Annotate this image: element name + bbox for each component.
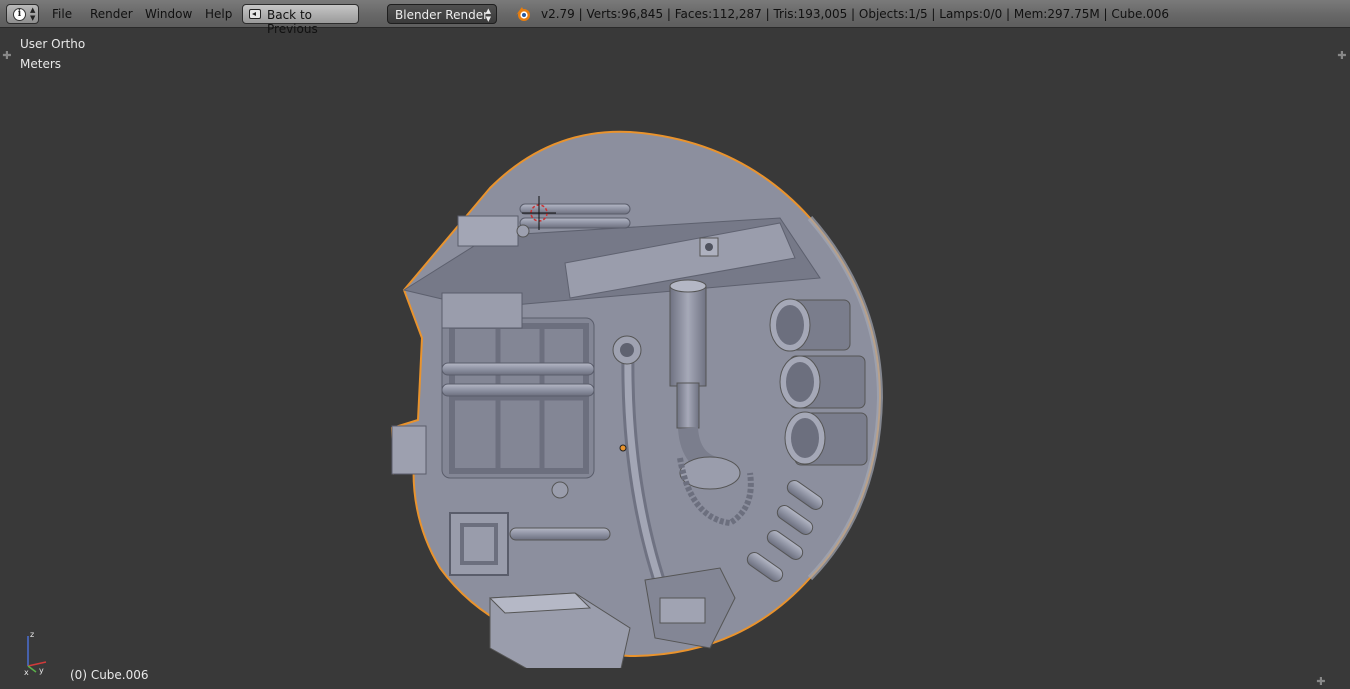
- render-engine-select[interactable]: Blender Render ▲ ▼: [387, 4, 497, 24]
- view-name-label: User Ortho: [20, 37, 86, 51]
- axis-y-label: y: [39, 666, 44, 675]
- toolshelf-expand-icon[interactable]: ✚: [1, 50, 13, 62]
- back-screen-icon: [249, 9, 261, 19]
- back-to-previous-button[interactable]: Back to Previous: [242, 4, 359, 36]
- info-icon: i: [13, 8, 26, 21]
- units-label: Meters: [20, 57, 62, 71]
- updown-arrows-icon: ▲ ▼: [485, 7, 491, 23]
- properties-expand-icon[interactable]: ✚: [1336, 50, 1348, 62]
- updown-arrows-icon: ▲ ▼: [30, 6, 36, 22]
- menu-file[interactable]: File: [52, 7, 72, 21]
- menu-render[interactable]: Render: [90, 7, 133, 21]
- active-object-label: (0) Cube.006: [70, 668, 149, 682]
- render-engine-value: Blender Render: [395, 8, 489, 22]
- info-header: i ▲ ▼ File Render Window Help Back to Pre…: [0, 0, 1350, 36]
- menu-help[interactable]: Help: [205, 7, 232, 21]
- axis-gizmo: z x y: [24, 630, 47, 676]
- blender-logo-icon: [516, 7, 530, 21]
- menu-window[interactable]: Window: [145, 7, 192, 21]
- axis-z-label: z: [30, 630, 34, 639]
- editor-type-selector[interactable]: i ▲ ▼: [6, 4, 39, 24]
- round-base-model[interactable]: [380, 128, 900, 668]
- axis-x-label: x: [24, 668, 29, 676]
- scene-statistics: v2.79 | Verts:96,845 | Faces:112,287 | T…: [541, 7, 1170, 21]
- area-split-icon[interactable]: ✚: [1315, 676, 1327, 688]
- 3d-viewport[interactable]: User Ortho Meters ✚ ✚ ✚ z x y (0) Cube.0…: [0, 28, 1350, 689]
